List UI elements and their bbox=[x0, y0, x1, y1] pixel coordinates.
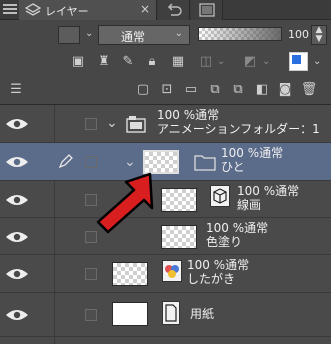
pen-icon bbox=[58, 154, 73, 169]
layer-select-checkbox[interactable] bbox=[85, 309, 97, 321]
chevron-down-icon[interactable]: ⌄ bbox=[106, 115, 118, 131]
layer-color-swatch[interactable] bbox=[58, 26, 80, 44]
layer-row[interactable]: 用紙 bbox=[0, 293, 331, 337]
layer-name: 用紙 bbox=[190, 307, 215, 321]
layer-thumbnail bbox=[161, 188, 197, 212]
create-mask-icon[interactable]: ◧ bbox=[252, 80, 272, 100]
new-vector-layer-icon[interactable]: ⊡ bbox=[157, 80, 177, 100]
tab-history[interactable] bbox=[158, 0, 190, 20]
opacity-stepper[interactable]: ▲ ▼ bbox=[311, 25, 327, 45]
mask-enable-icon[interactable]: ◫ bbox=[196, 52, 216, 72]
layers-icon bbox=[25, 3, 41, 16]
layer-blend-label: 100 %通常 bbox=[157, 108, 220, 122]
merge-down-icon[interactable]: ⧉ bbox=[228, 80, 248, 100]
layer-name: アニメーションフォルダー：1 bbox=[157, 122, 320, 136]
eye-icon[interactable] bbox=[5, 193, 29, 207]
chevron-down-icon[interactable]: ⌄ bbox=[85, 28, 93, 39]
draft-layer-icon bbox=[162, 260, 182, 282]
chevron-down-icon[interactable]: ⌄ bbox=[313, 56, 321, 67]
tab-layer-label: レイヤー bbox=[45, 5, 89, 18]
ruler-range-icon[interactable]: ◩ bbox=[240, 52, 260, 72]
layer-row[interactable]: ⌄ 100 %通常 アニメーションフォルダー：1 bbox=[0, 105, 331, 143]
opacity-gradient bbox=[199, 28, 281, 40]
layer-thumbnail bbox=[112, 262, 148, 286]
reference-layer-icon[interactable]: ♜ bbox=[94, 52, 114, 72]
layer-name: したがき bbox=[187, 272, 236, 286]
eye-icon[interactable] bbox=[5, 308, 29, 322]
layer-color-icon[interactable] bbox=[289, 52, 308, 71]
panel-tab-bar: レイヤー × bbox=[0, 0, 331, 20]
layer-select-checkbox[interactable] bbox=[85, 118, 97, 130]
layer-property-icon[interactable]: ▣ bbox=[68, 52, 88, 72]
close-icon[interactable]: × bbox=[140, 2, 150, 16]
chevron-down-icon[interactable]: ⌄ bbox=[124, 154, 136, 170]
annotation-arrow bbox=[96, 172, 154, 234]
panel-menu-icon[interactable]: ☰ bbox=[6, 80, 26, 100]
chevron-down-icon[interactable]: ⌄ bbox=[262, 56, 270, 67]
animation-folder-icon bbox=[126, 116, 146, 133]
apply-mask-icon[interactable]: ◙ bbox=[275, 80, 295, 100]
folder-icon bbox=[194, 155, 216, 171]
blend-mode-value: 通常 bbox=[121, 30, 146, 44]
eye-icon[interactable] bbox=[5, 117, 29, 131]
transfer-down-icon[interactable]: ⧉ bbox=[205, 80, 225, 100]
chevron-down-icon: ⌄ bbox=[174, 28, 183, 39]
layer-name: 色塗り bbox=[206, 235, 243, 249]
layer-list: ⌄ 100 %通常 アニメーションフォルダー：1 ⌄ 100 %通常 ひと 10… bbox=[0, 104, 331, 344]
opacity-value: 100 bbox=[288, 28, 309, 41]
layer-row[interactable]: 100 %通常 色塗り bbox=[0, 218, 331, 255]
layer-blend-label: 100 %通常 bbox=[221, 146, 284, 160]
film-icon bbox=[199, 3, 215, 17]
lock-transparent-icon[interactable]: ▦ bbox=[168, 52, 188, 72]
chevron-down-icon[interactable]: ⌄ bbox=[217, 56, 225, 67]
layer-thumbnail bbox=[112, 302, 148, 326]
lock-icon[interactable]: 🔒︎ bbox=[142, 52, 162, 72]
layer-name: 線画 bbox=[237, 198, 262, 212]
opacity-slider[interactable] bbox=[198, 27, 282, 41]
eye-icon[interactable] bbox=[5, 155, 29, 169]
layer-row-selected[interactable]: ⌄ 100 %通常 ひと bbox=[0, 143, 331, 181]
layer-blend-label: 100 %通常 bbox=[237, 184, 300, 198]
blend-mode-select[interactable]: 通常 ⌄ bbox=[98, 25, 190, 45]
undo-history-icon bbox=[167, 3, 182, 16]
tab-animation[interactable] bbox=[191, 0, 223, 20]
layer-blend-label: 100 %通常 bbox=[206, 221, 269, 235]
paper-layer-icon bbox=[162, 301, 180, 325]
draft-layer-icon[interactable]: ✎ bbox=[118, 52, 138, 72]
layer-select-checkbox[interactable] bbox=[85, 268, 97, 280]
vector-layer-icon bbox=[210, 185, 230, 207]
layer-row[interactable]: 100 %通常 したがき bbox=[0, 255, 331, 293]
eye-icon[interactable] bbox=[5, 230, 29, 244]
layer-blend-label: 100 %通常 bbox=[187, 258, 250, 272]
layer-thumbnail bbox=[161, 225, 197, 249]
layer-row[interactable]: 100 %通常 線画 bbox=[0, 181, 331, 218]
layer-select-checkbox[interactable] bbox=[85, 156, 97, 168]
layer-name: ひと bbox=[221, 160, 245, 174]
tab-layer[interactable]: レイヤー × bbox=[19, 0, 157, 20]
eye-icon[interactable] bbox=[5, 267, 29, 281]
menu-icon[interactable] bbox=[3, 2, 17, 16]
new-raster-layer-icon[interactable]: ▢ bbox=[133, 80, 153, 100]
layer-color-fill bbox=[292, 55, 301, 64]
new-folder-icon[interactable]: ▭ bbox=[181, 80, 201, 100]
delete-layer-icon[interactable]: 🗑︎ bbox=[299, 80, 319, 100]
